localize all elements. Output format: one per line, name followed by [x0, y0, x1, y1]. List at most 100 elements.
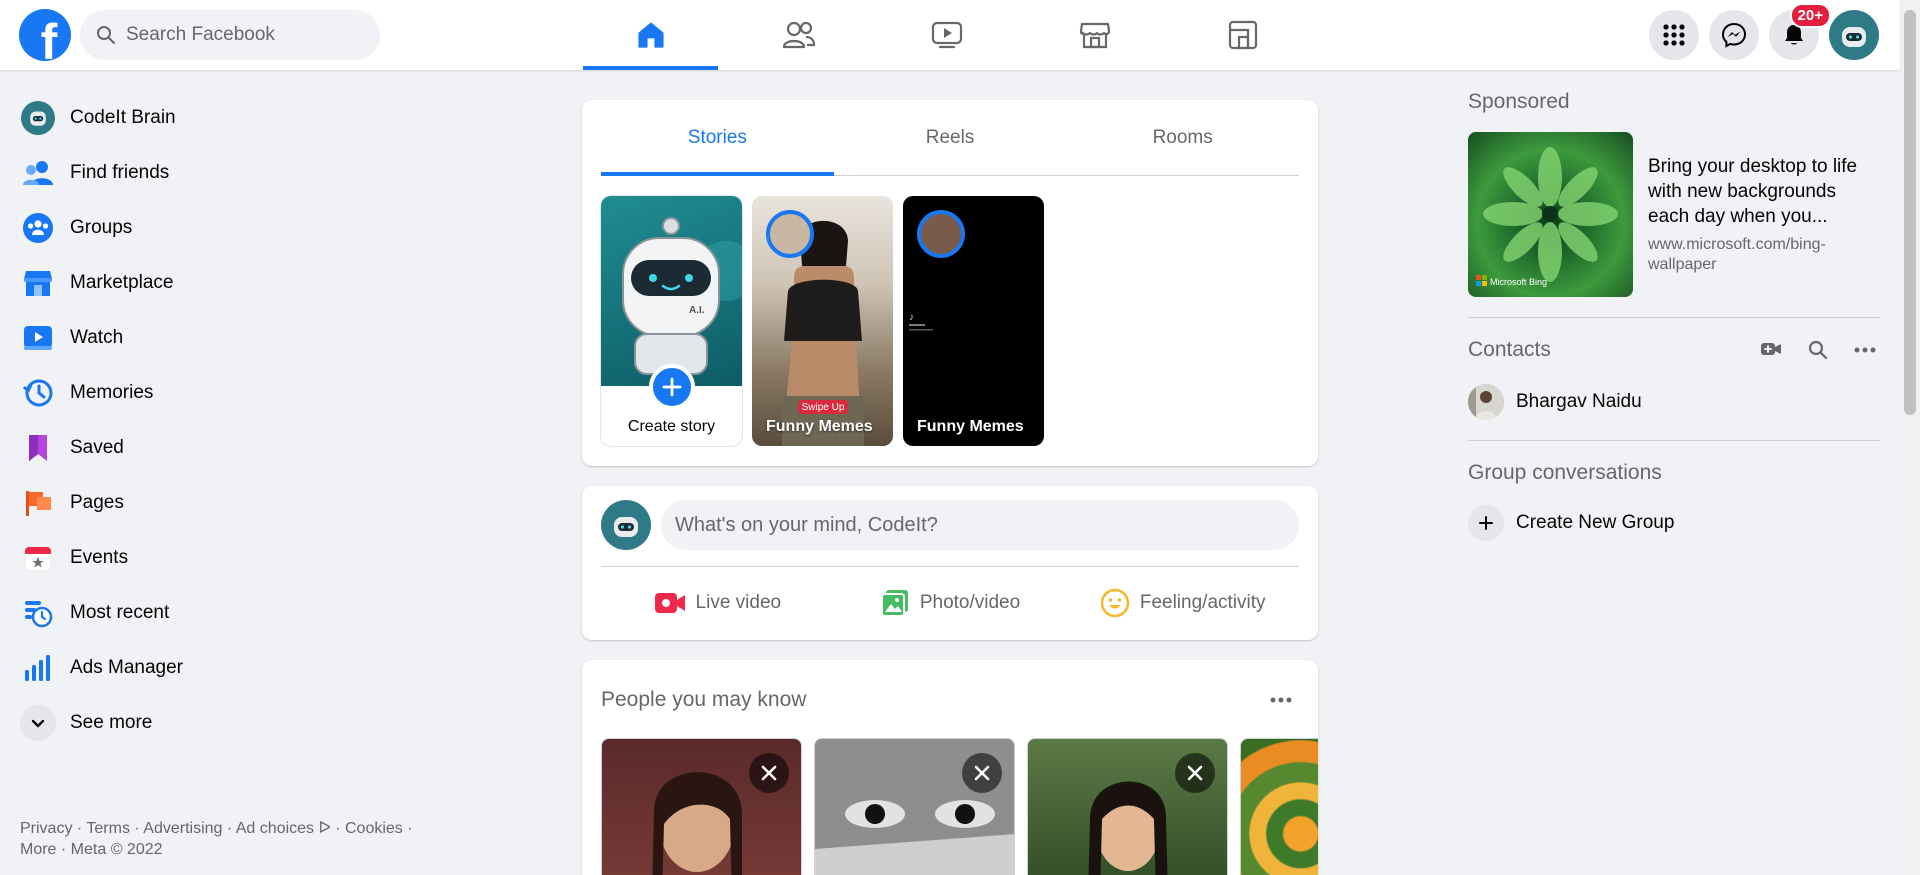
dismiss-suggestion-button[interactable] [749, 753, 789, 793]
contacts-title: Contacts [1468, 338, 1551, 361]
marketplace-icon [20, 265, 56, 301]
search-icon [97, 26, 115, 44]
header-actions: 20+ [1649, 3, 1879, 60]
story-caption: Funny Memes [917, 418, 1024, 435]
grid-menu-icon [1663, 24, 1685, 46]
story-caption: Create story [627, 418, 716, 435]
sidebar-item-label: Ads Manager [70, 656, 184, 678]
sidebar-item-saved[interactable]: Saved [10, 420, 510, 475]
sidebar-item-most-recent[interactable]: Most recent [10, 585, 510, 640]
sidebar-item-label: Pages [70, 491, 124, 513]
notifications-button[interactable]: 20+ [1769, 3, 1831, 60]
ad-brand-text: Microsoft Bing [1490, 277, 1547, 287]
create-new-group-button[interactable]: Create New Group [1468, 505, 1880, 541]
sidebar-item-ads-manager[interactable]: Ads Manager [10, 640, 510, 695]
group-conversations-title: Group conversations [1468, 461, 1662, 484]
marketplace-icon [1079, 22, 1110, 49]
bookmark-icon [20, 430, 56, 466]
scrollbar-thumb[interactable] [1904, 10, 1916, 415]
more-dots-icon[interactable] [1854, 347, 1876, 353]
contact-item[interactable]: Bhargav Naidu [1468, 384, 1880, 420]
footer-line[interactable]: More · Meta © 2022 [20, 839, 420, 860]
suggestion-card[interactable] [1027, 738, 1228, 875]
divider [1468, 440, 1880, 441]
friends-icon [782, 21, 815, 49]
sidebar-item-memories[interactable]: Memories [10, 365, 510, 420]
sidebar-item-label: Saved [70, 436, 124, 458]
robot-avatar-icon [1842, 27, 1866, 47]
right-sidebar: Sponsored Microsoft Bing Bring your desk… [1468, 90, 1880, 541]
ad-url: www.microsoft.com/bing-wallpaper [1648, 236, 1826, 273]
page-scrollbar[interactable] [1900, 0, 1920, 875]
friends-icon [20, 155, 56, 191]
chevron-down-icon [20, 704, 56, 741]
more-options-button[interactable] [1263, 682, 1299, 718]
tab-reels[interactable]: Reels [834, 100, 1067, 175]
stories-card: Stories Reels Rooms A.I. Create story Sw… [582, 100, 1318, 466]
close-icon [1187, 765, 1203, 781]
watch-icon [931, 21, 962, 49]
new-room-video-icon[interactable] [1760, 340, 1782, 358]
search-input[interactable] [126, 24, 346, 46]
status-input[interactable] [661, 500, 1299, 550]
story-card[interactable]: ♪ Funny Memes [903, 196, 1044, 446]
tab-rooms[interactable]: Rooms [1066, 100, 1299, 175]
suggestion-card[interactable] [814, 738, 1015, 875]
section-title: People you may know [601, 688, 807, 711]
sidebar-item-see-more[interactable]: See more [10, 695, 510, 750]
dismiss-suggestion-button[interactable] [962, 753, 1002, 793]
account-avatar[interactable] [1829, 10, 1879, 60]
composer-avatar[interactable] [601, 500, 651, 550]
live-video-button[interactable]: Live video [601, 571, 834, 635]
sidebar-item-events[interactable]: Events [10, 530, 510, 585]
footer-links[interactable]: Privacy · Terms · Advertising · Ad choic… [20, 818, 420, 860]
memories-clock-icon [20, 375, 56, 411]
plus-icon [662, 377, 681, 397]
tab-gaming[interactable] [1175, 0, 1310, 70]
tab-stories[interactable]: Stories [601, 100, 834, 176]
feeling-activity-button[interactable]: Feeling/activity [1066, 571, 1299, 635]
tab-friends[interactable] [731, 0, 866, 70]
tab-marketplace[interactable] [1027, 0, 1162, 70]
close-icon [761, 765, 777, 781]
footer-line[interactable]: Privacy · Terms · Advertising · Ad choic… [20, 818, 420, 839]
sidebar-item-find-friends[interactable]: Find friends [10, 145, 510, 200]
sidebar-item-groups[interactable]: Groups [10, 200, 510, 255]
messenger-button[interactable] [1709, 10, 1759, 60]
people-you-may-know-card: People you may know [582, 660, 1318, 875]
sidebar-item-marketplace[interactable]: Marketplace [10, 255, 510, 310]
home-icon [637, 22, 664, 48]
sidebar-item-label: Groups [70, 216, 133, 238]
post-composer: Live video Photo/video Feeling/activity [582, 486, 1318, 640]
sidebar-item-watch[interactable]: Watch [10, 310, 510, 365]
bar-chart-icon [20, 650, 56, 686]
divider [601, 566, 1299, 567]
story-card[interactable]: Swipe Up Funny Memes [752, 196, 893, 446]
create-group-label: Create New Group [1516, 512, 1675, 533]
profile-avatar-icon [20, 100, 56, 136]
create-story-card[interactable]: A.I. Create story [601, 196, 742, 446]
sidebar-item-label: Marketplace [70, 271, 174, 293]
svg-text:A.I.: A.I. [689, 305, 705, 316]
contact-name: Bhargav Naidu [1516, 391, 1642, 412]
ad-image: Microsoft Bing [1468, 132, 1633, 297]
tab-home[interactable] [583, 0, 718, 70]
most-recent-icon [20, 595, 56, 631]
sidebar-item-pages[interactable]: Pages [10, 475, 510, 530]
svg-text:♪: ♪ [909, 312, 914, 323]
sidebar-item-profile[interactable]: CodeIt Brain [10, 90, 510, 145]
suggestion-card[interactable] [601, 738, 802, 875]
dismiss-suggestion-button[interactable] [1175, 753, 1215, 793]
facebook-logo-icon[interactable]: f [19, 9, 71, 61]
photo-video-button[interactable]: Photo/video [834, 571, 1067, 635]
sponsored-ad[interactable]: Microsoft Bing Bring your desktop to lif… [1468, 132, 1880, 297]
suggestion-card[interactable] [1240, 738, 1318, 875]
messenger-icon [1721, 22, 1747, 48]
add-story-button[interactable] [648, 364, 695, 410]
search-bar[interactable] [80, 10, 380, 60]
sidebar-item-label: Watch [70, 326, 124, 348]
menu-button[interactable] [1649, 10, 1699, 60]
search-contacts-icon[interactable] [1808, 340, 1828, 360]
flag-icon [20, 485, 56, 521]
tab-watch[interactable] [879, 0, 1014, 70]
